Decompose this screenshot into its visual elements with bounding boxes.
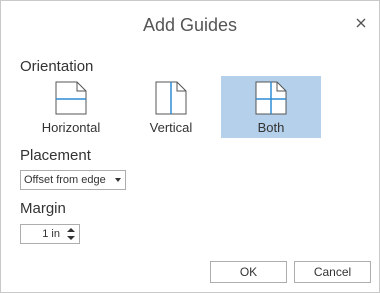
vertical-guide-icon: [155, 81, 187, 115]
chevron-down-icon: [115, 178, 121, 182]
orientation-horizontal-label: Horizontal: [41, 120, 101, 135]
placement-label: Placement: [20, 147, 91, 164]
orientation-both-label: Both: [257, 120, 285, 135]
orientation-horizontal-button[interactable]: Horizontal: [21, 76, 121, 138]
orientation-both-button[interactable]: Both: [221, 76, 321, 138]
orientation-vertical-label: Vertical: [149, 120, 193, 135]
margin-stepper[interactable]: 1 in: [20, 224, 80, 244]
ok-button[interactable]: OK: [210, 261, 287, 283]
close-icon[interactable]: [354, 16, 368, 30]
orientation-vertical-button[interactable]: Vertical: [121, 76, 221, 138]
horizontal-guide-icon: [55, 81, 87, 115]
placement-value: Offset from edge: [24, 174, 106, 186]
margin-label: Margin: [20, 200, 66, 217]
spin-up-icon[interactable]: [67, 228, 75, 232]
placement-dropdown[interactable]: Offset from edge: [20, 170, 126, 190]
spin-down-icon[interactable]: [67, 236, 75, 240]
add-guides-dialog: Add Guides Orientation Horizontal Vertic…: [0, 0, 380, 293]
both-guides-icon: [255, 81, 287, 115]
dialog-title: Add Guides: [142, 15, 238, 35]
orientation-label: Orientation: [20, 58, 94, 75]
margin-value[interactable]: 1 in: [42, 225, 60, 243]
cancel-button[interactable]: Cancel: [294, 261, 371, 283]
